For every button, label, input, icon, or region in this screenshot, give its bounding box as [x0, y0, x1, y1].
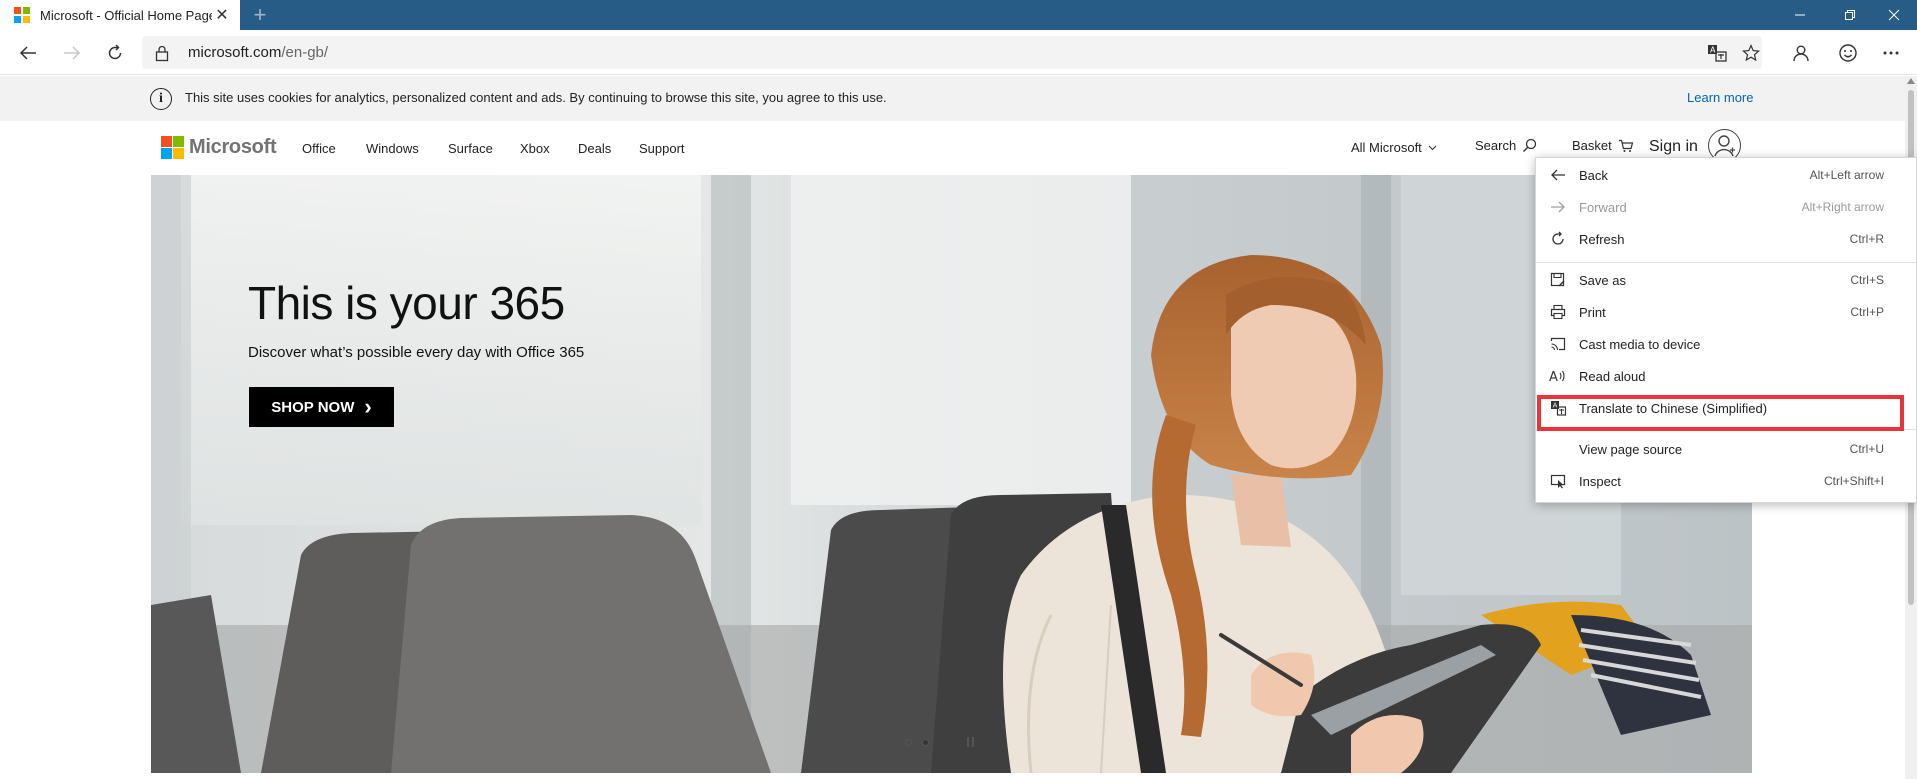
read-aloud-icon: A: [1549, 368, 1567, 384]
restore-icon: [1845, 10, 1855, 20]
menu-item-save-as[interactable]: Save as Ctrl+S: [1536, 265, 1917, 295]
search-button[interactable]: Search: [1475, 138, 1537, 153]
all-microsoft-menu[interactable]: All Microsoft: [1351, 140, 1437, 155]
print-icon: [1549, 304, 1567, 320]
menu-item-read-aloud[interactable]: A Read aloud: [1536, 361, 1917, 391]
nav-windows[interactable]: Windows: [366, 141, 419, 156]
hero-subtitle: Discover what’s possible every day with …: [248, 344, 585, 361]
carousel-controls: [905, 737, 977, 747]
svg-text:A: A: [1710, 46, 1716, 55]
arrow-left-icon: [19, 46, 36, 60]
menu-item-print[interactable]: Print Ctrl+P: [1536, 297, 1917, 327]
nav-deals[interactable]: Deals: [578, 141, 611, 156]
microsoft-logo-icon: [161, 136, 184, 159]
minimize-icon: [1795, 14, 1805, 16]
basket-label: Basket: [1572, 138, 1612, 153]
menu-item-view-source[interactable]: View page source Ctrl+U: [1536, 434, 1917, 464]
nav-office[interactable]: Office: [302, 141, 336, 156]
pause-icon[interactable]: [967, 737, 977, 747]
arrow-right-icon: [64, 46, 81, 60]
arrow-right-icon: [1549, 199, 1567, 215]
refresh-icon: [108, 44, 122, 60]
url-text: microsoft.com/en-gb/: [188, 44, 329, 61]
svg-text:A: A: [1549, 370, 1558, 384]
translate-highlight-box: [1537, 395, 1904, 431]
browser-titlebar: Microsoft - Official Home Page ✕ +: [0, 0, 1917, 30]
hero-banner: [151, 175, 1752, 773]
new-tab-button[interactable]: +: [248, 2, 272, 28]
hero-image: [151, 175, 1752, 773]
basket-button[interactable]: Basket: [1572, 138, 1634, 153]
minimize-button[interactable]: [1777, 0, 1823, 30]
context-menu: Back Alt+Left arrow Forward Alt+Right ar…: [1535, 157, 1917, 503]
carousel-dot-active[interactable]: [922, 738, 929, 746]
microsoft-logo[interactable]: Microsoft: [161, 136, 277, 159]
chevron-right-icon: ›: [364, 394, 372, 419]
save-as-icon: [1549, 272, 1567, 288]
menu-item-cast-media[interactable]: Cast media to device: [1536, 329, 1917, 359]
arrow-left-icon: [1549, 167, 1567, 183]
close-window-button[interactable]: [1871, 0, 1917, 30]
menu-item-refresh[interactable]: Refresh Ctrl+R: [1536, 224, 1917, 254]
cookie-banner: i This site uses cookies for analytics, …: [0, 76, 1905, 121]
chevron-down-icon: [1428, 145, 1437, 150]
forward-button[interactable]: [56, 37, 88, 69]
sign-in-link[interactable]: Sign in: [1649, 138, 1698, 156]
search-icon: [1523, 138, 1537, 152]
restore-button[interactable]: [1827, 0, 1873, 30]
favorite-star-icon[interactable]: [1740, 43, 1762, 63]
inspect-icon: [1549, 473, 1567, 489]
close-icon: [1888, 9, 1900, 21]
browser-tab[interactable]: Microsoft - Official Home Page ✕: [0, 0, 240, 30]
refresh-button[interactable]: [99, 37, 131, 69]
learn-more-link[interactable]: Learn more: [1687, 90, 1753, 105]
refresh-icon: [1549, 231, 1567, 247]
tab-close-icon[interactable]: ✕: [212, 5, 232, 25]
shop-now-button[interactable]: SHOP NOW ›: [249, 387, 394, 427]
scroll-up-icon[interactable]: [1907, 78, 1915, 84]
translate-page-icon[interactable]: A: [1706, 43, 1728, 63]
hero-title: This is your 365: [248, 277, 565, 329]
search-label: Search: [1475, 138, 1517, 153]
cast-icon: [1549, 336, 1567, 352]
menu-item-inspect[interactable]: Inspect Ctrl+Shift+I: [1536, 466, 1917, 496]
carousel-dot[interactable]: [905, 738, 912, 746]
lock-icon: [155, 45, 169, 62]
menu-item-forward[interactable]: Forward Alt+Right arrow: [1536, 192, 1917, 222]
feedback-smiley-icon[interactable]: [1836, 41, 1860, 65]
nav-support[interactable]: Support: [639, 141, 685, 156]
profile-icon[interactable]: [1789, 41, 1813, 65]
nav-surface[interactable]: Surface: [448, 141, 493, 156]
cart-icon: [1618, 139, 1634, 152]
all-microsoft-label: All Microsoft: [1351, 140, 1422, 155]
menu-item-back[interactable]: Back Alt+Left arrow: [1536, 160, 1917, 190]
browser-toolbar: microsoft.com/en-gb/ A: [0, 30, 1917, 75]
logo-wordmark: Microsoft: [189, 136, 277, 158]
user-avatar-icon: [1714, 135, 1735, 157]
menu-separator: [1536, 262, 1917, 263]
microsoft-favicon-icon: [14, 7, 30, 23]
back-button[interactable]: [12, 37, 44, 69]
address-bar[interactable]: microsoft.com/en-gb/ A: [142, 36, 1762, 69]
nav-xbox[interactable]: Xbox: [520, 141, 550, 156]
info-icon: i: [150, 88, 172, 110]
cookie-message: This site uses cookies for analytics, pe…: [185, 90, 887, 105]
settings-more-icon[interactable]: [1879, 41, 1903, 65]
shop-now-label: SHOP NOW: [271, 398, 355, 416]
tab-title: Microsoft - Official Home Page: [40, 7, 212, 23]
